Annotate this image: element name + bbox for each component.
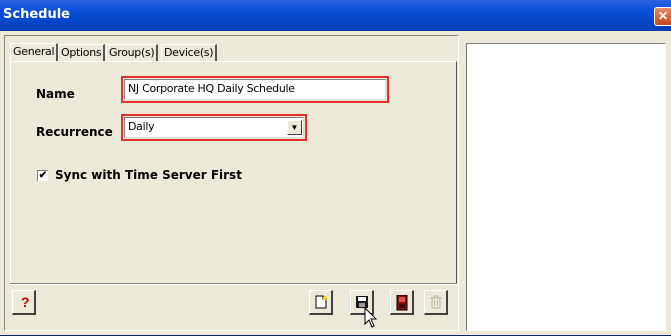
tab-general[interactable]: General [10, 43, 59, 62]
help-button[interactable]: ? [12, 290, 36, 315]
exit-button[interactable] [390, 290, 414, 315]
recurrence-dropdown-button[interactable]: ▼ [287, 120, 302, 135]
help-icon: ? [21, 294, 30, 310]
sync-label: Sync with Time Server First [55, 168, 242, 182]
delete-button[interactable] [424, 290, 448, 315]
check-icon: ✔ [38, 170, 48, 181]
title-bar: Schedule ✕ [0, 0, 671, 31]
exit-icon [396, 295, 408, 311]
trash-icon [430, 295, 442, 309]
preview-panel [466, 43, 666, 331]
recurrence-label: Recurrence [36, 125, 113, 139]
mouse-cursor [364, 307, 378, 328]
toolbar-separator [10, 283, 457, 285]
close-button[interactable]: ✕ [654, 7, 671, 26]
recurrence-value: Daily [128, 120, 155, 133]
name-field[interactable]: NJ Corporate HQ Daily Schedule [124, 79, 386, 100]
name-label: Name [36, 87, 75, 101]
tab-devices[interactable]: Device(s) [161, 44, 218, 62]
window-title: Schedule [3, 7, 70, 22]
close-icon: ✕ [657, 9, 669, 23]
tab-options[interactable]: Options [58, 44, 106, 62]
tab-groups[interactable]: Group(s) [106, 44, 159, 62]
sync-checkbox[interactable]: ✔ [37, 170, 48, 181]
new-icon [315, 295, 327, 309]
new-button[interactable] [309, 290, 333, 315]
recurrence-select[interactable]: Daily [124, 117, 304, 138]
chevron-down-icon: ▼ [290, 123, 299, 132]
schedule-window: Schedule ✕ General Options Group(s) Devi… [0, 0, 671, 336]
